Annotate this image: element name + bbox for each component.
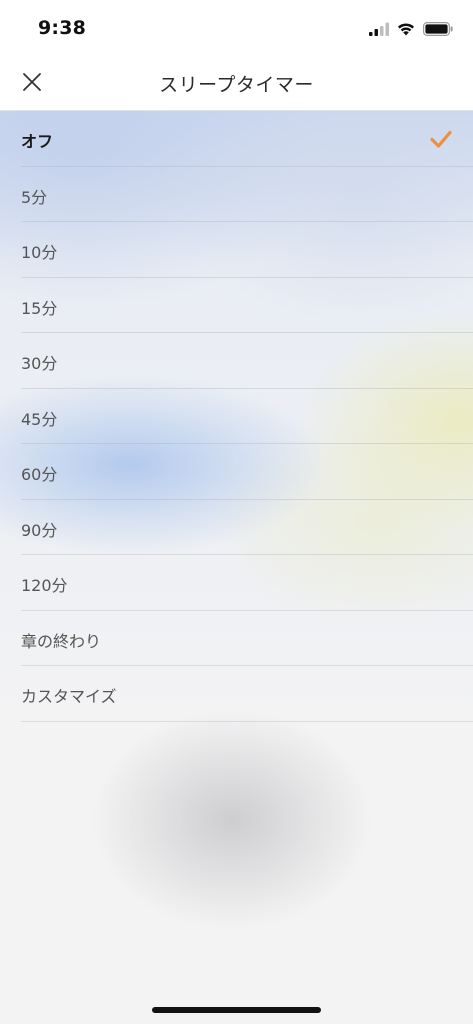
option-15-min[interactable]: 15分 [0,278,473,334]
option-45-min[interactable]: 45分 [0,389,473,445]
option-customize[interactable]: カスタマイズ [0,666,473,722]
option-label: カスタマイズ [21,687,117,706]
option-end-of-chapter[interactable]: 章の終わり [0,611,473,667]
option-10-min[interactable]: 10分 [0,222,473,278]
option-label: オフ [21,132,54,151]
option-label: 15分 [21,298,58,318]
option-off[interactable]: オフ [0,111,473,167]
option-label: 120分 [21,576,68,595]
option-label: 10分 [21,243,58,262]
status-time: 9:38 [38,17,87,39]
option-60-min[interactable]: 60分 [0,444,473,500]
option-label: 45分 [21,409,58,429]
sleep-timer-options: オフ 5分 10分 15分 30分 45分 60分 90分 120分 章の終わり… [0,111,473,722]
option-label: 30分 [21,354,58,373]
status-icons [369,19,453,39]
checkmark-icon [430,130,452,148]
cellular-signal-icon [369,22,389,36]
option-label: 5分 [21,187,48,207]
status-bar: 9:38 [0,0,473,56]
option-120-min[interactable]: 120分 [0,555,473,611]
battery-icon [423,22,453,36]
option-5-min[interactable]: 5分 [0,167,473,223]
option-90-min[interactable]: 90分 [0,500,473,556]
option-label: 章の終わり [21,631,102,651]
wifi-icon [398,23,414,36]
page-title: スリープタイマー [159,74,314,96]
nav-header: スリープタイマー [0,56,473,111]
sleep-timer-screen: 9:38 スリープタイマー オフ 5分 10分 15分 30分 45分 60分 … [0,0,473,1024]
option-30-min[interactable]: 30分 [0,333,473,389]
option-label: 90分 [21,520,58,540]
option-label: 60分 [21,465,58,484]
home-indicator[interactable] [152,1007,321,1013]
